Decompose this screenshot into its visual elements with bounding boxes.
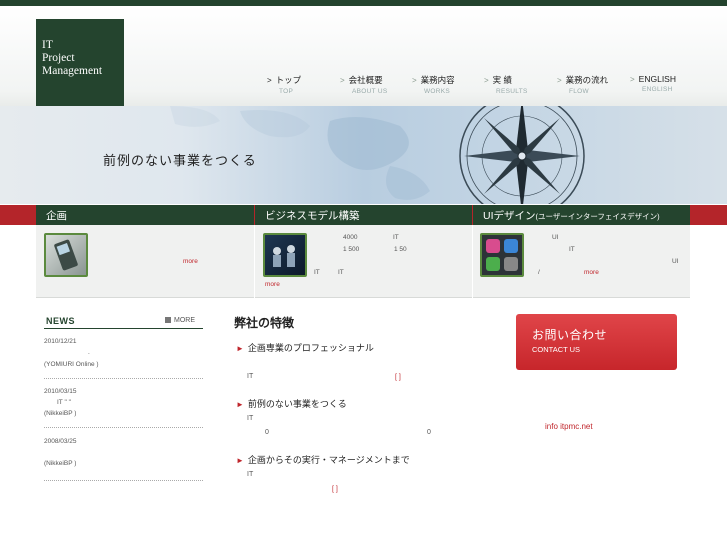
panel-text: 4000: [343, 234, 358, 241]
mobile-phone-icon[interactable]: [44, 233, 88, 277]
arrow-right-icon: >: [484, 75, 489, 85]
hero-banner: 前例のない事業をつくる: [0, 106, 727, 204]
nav-label: 業務の流れ: [565, 75, 609, 85]
nav-label: トップ: [275, 75, 302, 85]
tab-planning[interactable]: 企画: [36, 205, 254, 225]
news-source: (YOMIURI Online ): [44, 361, 99, 368]
nav-label: 実 績: [492, 75, 513, 85]
features-title: 弊社の特徴: [234, 316, 295, 330]
feature-text: IT: [247, 471, 254, 478]
nav-label: 業務内容: [420, 75, 455, 85]
tab-label: UIデザイン: [483, 210, 536, 222]
feature-heading: ► 企画専業のプロフェッショナル: [236, 341, 374, 354]
nav-sublabel: RESULTS: [496, 88, 528, 95]
arrow-right-icon: >: [557, 75, 562, 85]
nav-item-top[interactable]: > トップ TOP: [267, 74, 342, 95]
tab-ui-design[interactable]: UIデザイン(ユーザーインターフェイスデザイン): [473, 205, 690, 225]
news-item[interactable]: 2010/03/15 IT " " (NikkeiBP ): [44, 386, 203, 419]
more-link[interactable]: more: [265, 281, 280, 288]
logo-line-2: Project: [42, 52, 75, 64]
more-link[interactable]: more: [183, 258, 198, 265]
divider: [44, 480, 203, 481]
more-link[interactable]: more: [584, 269, 599, 276]
logo-line-3: Management: [42, 65, 103, 77]
business-meeting-icon[interactable]: [263, 233, 307, 277]
document-icon: [165, 317, 171, 323]
news-item[interactable]: 2008/03/25 (NikkeiBP ): [44, 436, 203, 469]
news-item[interactable]: 2010/12/21 . (YOMIURI Online ): [44, 336, 203, 370]
feature-text: 0: [265, 429, 269, 436]
panel-text: UI: [672, 258, 679, 265]
feature-heading: ► 前例のない事業をつくる: [236, 397, 347, 410]
nav-sublabel: ABOUT US: [352, 88, 388, 95]
nav-label: ENGLISH: [638, 74, 676, 84]
tab-label: ビジネスモデル構築: [265, 210, 360, 222]
feature-heading-text: 前例のない事業をつくる: [247, 399, 347, 409]
triangle-bullet-icon: ►: [236, 456, 244, 465]
divider: [44, 378, 203, 379]
service-panels: more 4000 IT 1 500 1 50 IT IT more UI IT…: [36, 225, 690, 298]
arrow-right-icon: >: [340, 75, 345, 85]
news-date: 2010/12/21: [44, 338, 77, 345]
nav-item-works[interactable]: > 業務内容 WORKS: [412, 74, 487, 95]
news-source: (NikkeiBP ): [44, 460, 77, 467]
app-icons-icon[interactable]: [480, 233, 524, 277]
feature-heading: ► 企画からその実行・マネージメントまで: [236, 453, 410, 466]
nav-item-about[interactable]: > 会社概要 ABOUT US: [340, 74, 415, 95]
triangle-bullet-icon: ►: [236, 344, 244, 353]
divider: [44, 427, 203, 428]
panel-divider: [472, 225, 473, 298]
panel-text: IT: [338, 269, 344, 276]
panel-text: 1 500: [343, 246, 360, 253]
feature-heading-text: 企画専業のプロフェッショナル: [247, 343, 374, 353]
nav-sublabel: TOP: [279, 88, 294, 95]
nav-sublabel: WORKS: [424, 88, 451, 95]
news-more-link[interactable]: MORE: [165, 317, 195, 324]
arrow-right-icon: >: [267, 75, 272, 85]
hero-title: 前例のない事業をつくる: [103, 154, 257, 169]
news-more-label: MORE: [174, 317, 195, 324]
news-title: NEWS: [46, 316, 75, 326]
feature-text: IT: [247, 415, 254, 422]
feature-heading-text: 企画からその実行・マネージメントまで: [247, 455, 410, 465]
news-date: 2008/03/25: [44, 438, 77, 445]
feature-text: IT: [247, 373, 254, 380]
news-header: NEWS MORE: [44, 315, 203, 329]
panel-text: 1 50: [394, 246, 407, 253]
contact-label: お問い合わせ: [532, 328, 608, 342]
news-date: 2010/03/15: [44, 388, 77, 395]
company-logo[interactable]: IT Project Management: [36, 19, 124, 106]
nav-sublabel: FLOW: [569, 88, 589, 95]
news-text: .: [88, 349, 90, 356]
triangle-bullet-icon: ►: [236, 400, 244, 409]
nav-label: 会社概要: [348, 75, 383, 85]
arrow-right-icon: >: [412, 75, 417, 85]
logo-line-1: IT: [42, 39, 53, 51]
contact-email[interactable]: info itpmc.net: [545, 422, 593, 431]
contact-sublabel: CONTACT US: [532, 345, 581, 354]
nav-item-english[interactable]: > ENGLISH ENGLISH: [630, 74, 705, 93]
feature-link[interactable]: [ ]: [332, 486, 338, 493]
tab-label: 企画: [46, 210, 67, 222]
news-text: IT " ": [57, 399, 71, 406]
feature-link[interactable]: [ ]: [395, 374, 401, 381]
tab-sublabel: (ユーザーインターフェイスデザイン): [535, 212, 660, 221]
tab-business-model[interactable]: ビジネスモデル構築: [255, 205, 472, 225]
panel-text: IT: [393, 234, 399, 241]
panel-text: /: [538, 269, 540, 276]
panel-text: IT: [569, 246, 575, 253]
arrow-right-icon: >: [630, 74, 635, 84]
panel-text: UI: [552, 234, 559, 241]
panel-divider: [254, 225, 255, 298]
feature-text: 0: [427, 429, 431, 436]
nav-item-flow[interactable]: > 業務の流れ FLOW: [557, 74, 632, 95]
nav-sublabel: ENGLISH: [642, 86, 673, 93]
panel-text: IT: [314, 269, 320, 276]
news-source: (NikkeiBP ): [44, 410, 77, 417]
contact-button[interactable]: お問い合わせ CONTACT US: [516, 314, 677, 370]
nav-item-results[interactable]: > 実 績 RESULTS: [484, 74, 559, 95]
